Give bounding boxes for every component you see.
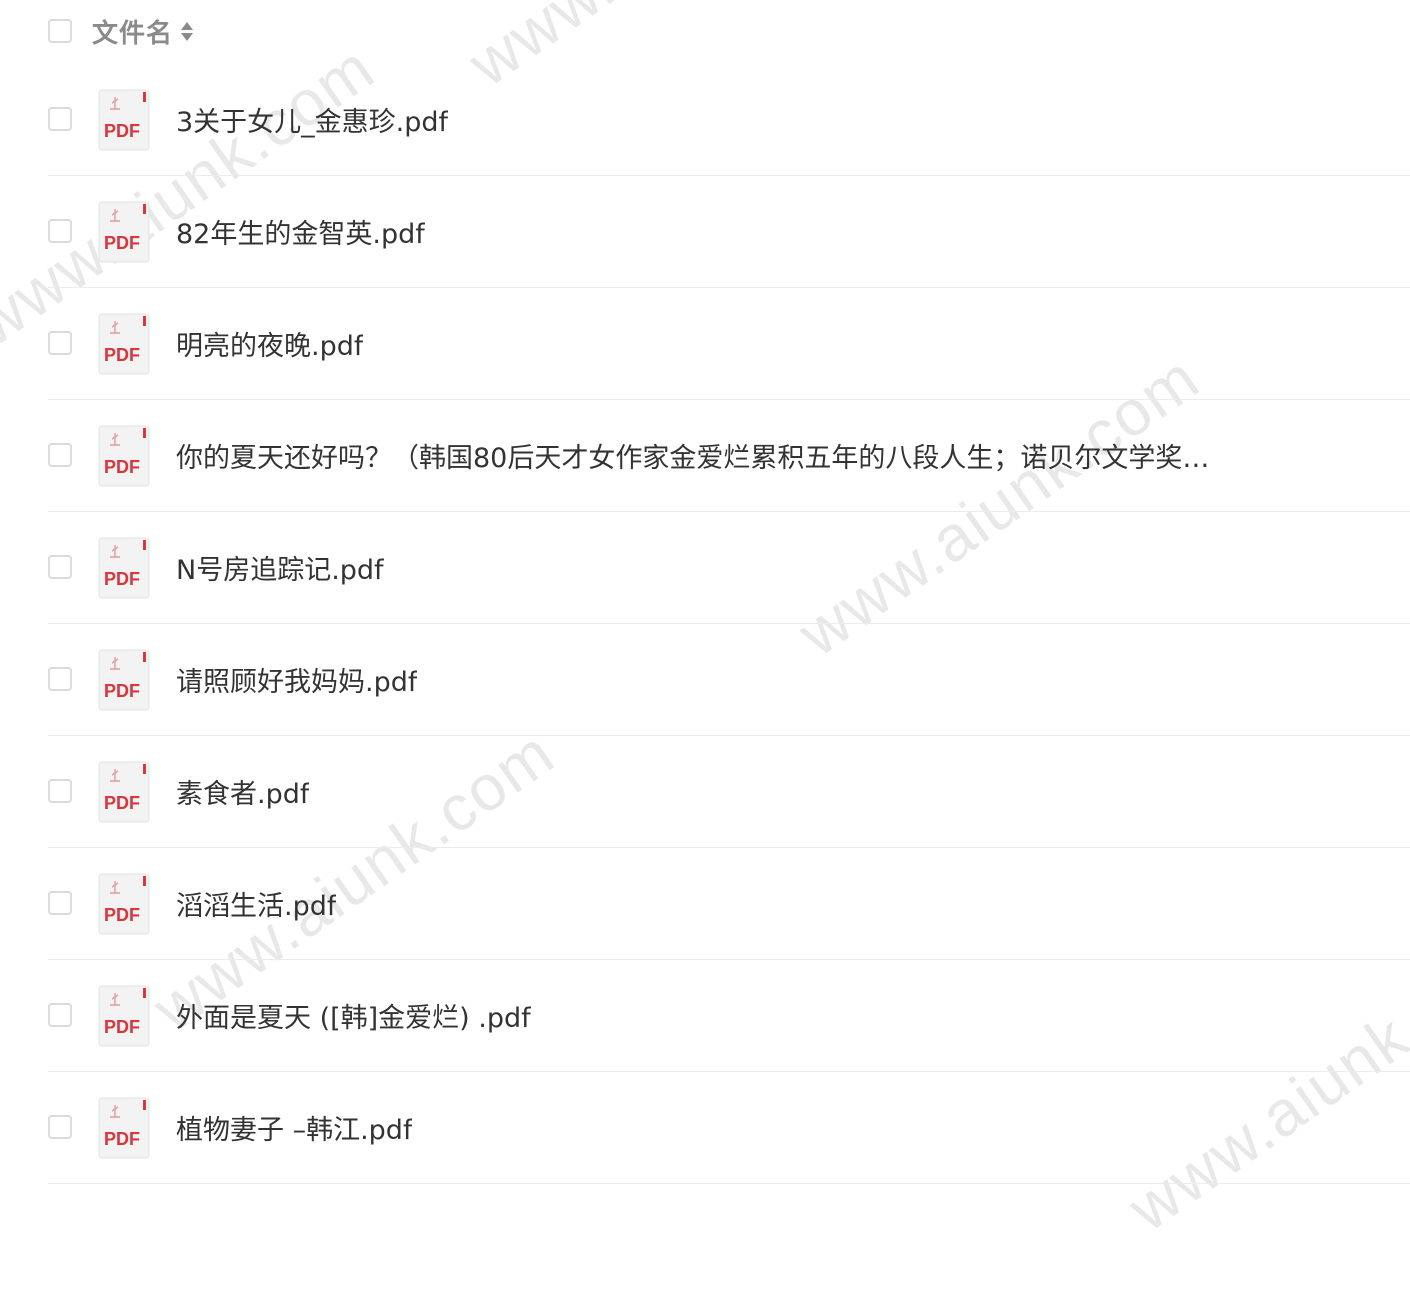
file-name[interactable]: 请照顾好我妈妈.pdf [176,660,417,699]
svg-text:PDF: PDF [104,233,140,253]
file-checkbox[interactable] [48,330,72,355]
file-row[interactable]: PDF 滔滔生活.pdf [48,848,1410,960]
file-name[interactable]: 外面是夏天 ([韩]金爱烂) .pdf [176,996,531,1035]
file-name[interactable]: 3关于女儿_金惠珍.pdf [176,100,448,139]
file-name[interactable]: 植物妻子 –韩江.pdf [176,1108,412,1147]
pdf-file-icon: PDF [98,425,150,487]
svg-text:PDF: PDF [104,569,140,589]
file-name[interactable]: N号房追踪记.pdf [176,548,384,587]
file-name[interactable]: 素食者.pdf [176,772,309,811]
file-checkbox[interactable] [48,1114,72,1139]
file-checkbox[interactable] [48,1002,72,1027]
svg-text:PDF: PDF [104,793,140,813]
file-name[interactable]: 82年生的金智英.pdf [176,212,425,251]
file-row[interactable]: PDF 请照顾好我妈妈.pdf [48,624,1410,736]
pdf-file-icon: PDF [98,1097,150,1159]
file-name[interactable]: 滔滔生活.pdf [176,884,336,923]
file-checkbox[interactable] [48,442,72,467]
pdf-file-icon: PDF [98,89,150,151]
pdf-file-icon: PDF [98,313,150,375]
svg-text:PDF: PDF [104,1129,140,1149]
file-row[interactable]: PDF 明亮的夜晚.pdf [48,288,1410,400]
file-checkbox[interactable] [48,666,72,691]
svg-text:PDF: PDF [104,681,140,701]
file-row[interactable]: PDF 3关于女儿_金惠珍.pdf [48,64,1410,176]
pdf-file-icon: PDF [98,537,150,599]
file-row[interactable]: PDF 外面是夏天 ([韩]金爱烂) .pdf [48,960,1410,1072]
svg-text:PDF: PDF [104,345,140,365]
pdf-file-icon: PDF [98,649,150,711]
file-name[interactable]: 你的夏天还好吗？（韩国80后天才女作家金爱烂累积五年的八段人生；诺贝尔文学奖得主… [176,436,1218,475]
sort-icon[interactable] [181,21,194,41]
file-row[interactable]: PDF 植物妻子 –韩江.pdf [48,1072,1410,1184]
svg-text:PDF: PDF [104,457,140,477]
pdf-file-icon: PDF [98,873,150,935]
file-checkbox[interactable] [48,554,72,579]
pdf-file-icon: PDF [98,985,150,1047]
column-title-filename: 文件名 [92,18,174,49]
select-all-checkbox[interactable] [48,19,72,43]
svg-text:PDF: PDF [104,905,140,925]
file-checkbox[interactable] [48,778,72,803]
file-row[interactable]: PDF 你的夏天还好吗？（韩国80后天才女作家金爱烂累积五年的八段人生；诺贝尔文… [48,400,1410,512]
file-row[interactable]: PDF N号房追踪记.pdf [48,512,1410,624]
file-row[interactable]: PDF 82年生的金智英.pdf [48,176,1410,288]
file-row[interactable]: PDF 素食者.pdf [48,736,1410,848]
file-name[interactable]: 明亮的夜晚.pdf [176,324,363,363]
file-checkbox[interactable] [48,106,72,131]
svg-text:PDF: PDF [104,121,140,141]
file-list: PDF 3关于女儿_金惠珍.pdf PDF 82年生的金智英.pdf PDF 明… [48,64,1410,1184]
file-list-header: 文件名 [48,0,1410,62]
pdf-file-icon: PDF [98,201,150,263]
svg-text:PDF: PDF [104,1017,140,1037]
file-checkbox[interactable] [48,218,72,243]
file-checkbox[interactable] [48,890,72,915]
pdf-file-icon: PDF [98,761,150,823]
